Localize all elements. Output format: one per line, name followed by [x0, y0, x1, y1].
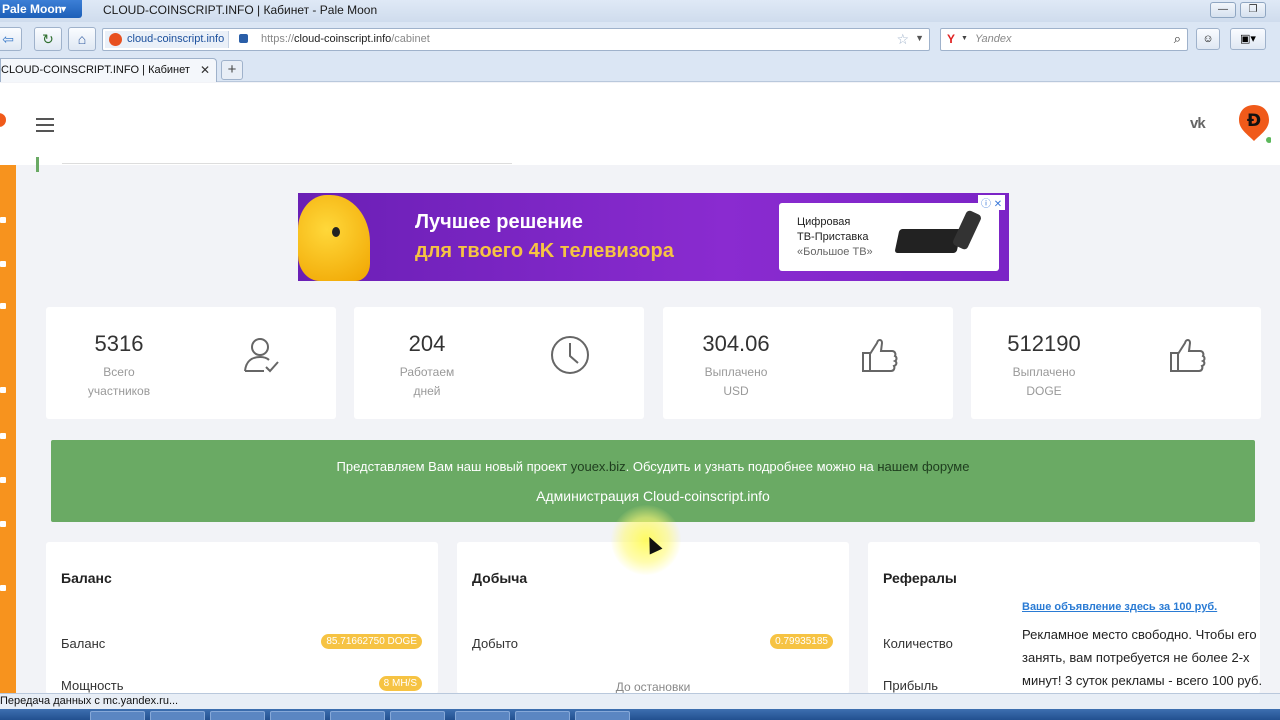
stat-value: 204	[408, 331, 446, 356]
banner-subline: для твоего 4K телевизора	[415, 240, 674, 262]
chevron-down-icon[interactable]: ▼	[961, 35, 968, 42]
until-stop-label: До остановки	[615, 680, 691, 694]
power-label: Мощность	[61, 678, 124, 693]
url-text[interactable]: https://cloud-coinscript.info/cabinet	[261, 33, 430, 45]
box-line-2: ТВ-Приставка	[797, 231, 869, 243]
new-tab-button[interactable]: +	[221, 60, 243, 80]
balance-label: Баланс	[61, 636, 106, 651]
vk-icon[interactable]: vk	[1190, 115, 1206, 132]
ad-choices-icon[interactable]: ⓘ ✕	[978, 195, 1006, 210]
taskbar	[0, 709, 1280, 720]
panel-title: Рефералы	[883, 570, 957, 586]
search-placeholder: Yandex	[975, 33, 1012, 45]
site-header: vk Đ	[0, 83, 1280, 165]
ad-place-link[interactable]: Ваше объявление здесь за 100 руб.	[1022, 601, 1280, 613]
minimize-button[interactable]: —	[1210, 2, 1236, 18]
stat-value: 512190	[1007, 331, 1081, 356]
text-ad-block: Ваше объявление здесь за 100 руб. Реклам…	[1022, 601, 1280, 692]
hamburger-menu-icon[interactable]	[36, 118, 54, 136]
ad-place-text: Рекламное место свободно. Чтобы его заня…	[1022, 627, 1263, 688]
bookmark-star-icon[interactable]: ☆	[896, 31, 909, 48]
site-favicon	[109, 33, 122, 46]
close-icon[interactable]: ✕	[200, 63, 210, 77]
doge-logo-icon[interactable]: Đ	[1237, 103, 1271, 143]
stat-label: Выплачено DOGE	[1012, 365, 1076, 398]
url-dropdown-icon[interactable]: ▼	[915, 33, 924, 43]
section-accent	[36, 157, 39, 172]
window-title: CLOUD-COINSCRIPT.INFO | Кабинет - Pale M…	[103, 3, 378, 17]
balance-panel: Баланс Баланс 85.71662750 DOGE Мощность …	[46, 542, 438, 694]
search-bar[interactable]: Y ▼ Yandex ⌕	[940, 28, 1188, 51]
svg-text:Đ: Đ	[1247, 111, 1261, 131]
navigation-bar: ⇦ ↻ ⌂ cloud-coinscript.info https://clou…	[0, 24, 1280, 56]
panel-title: Добыча	[472, 570, 528, 586]
banner-headline: Лучшее решение	[415, 211, 583, 233]
mining-panel: Добыча Добыто 0.79935185 До остановки	[457, 542, 849, 694]
forum-link[interactable]: нашем форуме	[877, 459, 969, 474]
site-identity[interactable]: cloud-coinscript.info	[105, 31, 230, 48]
divider	[62, 163, 512, 164]
stat-label: Всего участников	[87, 365, 151, 398]
side-menu[interactable]	[0, 165, 16, 693]
stat-card-usd: 304.06 Выплачено USD	[663, 307, 953, 419]
box-line-1: Цифровая	[797, 216, 851, 228]
thumbs-up-icon	[1170, 339, 1206, 372]
thumbs-up-icon	[862, 339, 898, 372]
title-bar: Pale Moon ▼ CLOUD-COINSCRIPT.INFO | Кабин…	[0, 0, 1280, 22]
app-menu-button[interactable]: Pale Moon ▼	[0, 0, 82, 18]
status-bar: Передача данных с mc.yandex.ru...	[0, 693, 1280, 709]
site-logo[interactable]	[0, 113, 6, 127]
referral-profit-label: Прибыль	[883, 678, 938, 693]
ad-banner[interactable]: Лучшее решение для твоего 4K телевизора …	[298, 193, 1009, 281]
stat-value: 5316	[94, 331, 144, 356]
user-check-icon	[244, 338, 279, 373]
lock-icon	[239, 34, 248, 43]
mined-label: Добыто	[472, 636, 519, 651]
stat-value: 304.06	[702, 331, 770, 356]
tab-bar: CLOUD-COINSCRIPT.INFO | Кабинет ✕ +	[0, 58, 1280, 82]
stat-card-days: 204 Работаем дней	[354, 307, 644, 419]
back-button[interactable]: ⇦	[0, 27, 22, 51]
search-icon[interactable]: ⌕	[1174, 31, 1181, 47]
yandex-icon[interactable]: Y	[947, 32, 955, 46]
url-bar[interactable]: cloud-coinscript.info https://cloud-coin…	[102, 28, 930, 51]
stat-card-doge: 512190 Выплачено DOGE	[971, 307, 1261, 419]
elephant-mascot-icon	[298, 195, 370, 281]
announcement-text: Представляем Вам наш новый проект youex.…	[336, 459, 970, 474]
mined-badge: 0.79935185	[770, 634, 833, 649]
announcement-signature: Администрация Cloud-coinscript.info	[536, 488, 770, 504]
stat-card-members: 5316 Всего участников	[46, 307, 336, 419]
balance-badge: 85.71662750 DOGE	[321, 634, 422, 649]
clock-icon	[551, 336, 589, 374]
tab-cabinet[interactable]: CLOUD-COINSCRIPT.INFO | Кабинет ✕	[0, 58, 217, 82]
box-line-3: «Большое ТВ»	[797, 246, 873, 258]
addon-icon[interactable]: ☺	[1196, 28, 1220, 50]
panel-title: Баланс	[61, 570, 112, 586]
stat-label: Выплачено USD	[704, 365, 768, 398]
stat-label: Работаем дней	[399, 365, 455, 398]
reload-button[interactable]: ↻	[34, 27, 62, 51]
banner-product-box: Цифровая ТВ-Приставка «Большое ТВ»	[779, 203, 999, 271]
home-button[interactable]: ⌂	[68, 27, 96, 51]
referral-count-label: Количество	[883, 636, 953, 651]
maximize-button[interactable]: ❐	[1240, 2, 1266, 18]
power-badge: 8 MH/S	[378, 676, 422, 691]
browser-chrome: Pale Moon ▼ CLOUD-COINSCRIPT.INFO | Кабин…	[0, 0, 1280, 82]
menu-icon[interactable]: ▣▾	[1230, 28, 1266, 50]
tv-box-icon	[894, 229, 962, 253]
project-link[interactable]: youex.biz	[571, 459, 626, 474]
announcement-banner: Представляем Вам наш новый проект youex.…	[51, 440, 1255, 522]
